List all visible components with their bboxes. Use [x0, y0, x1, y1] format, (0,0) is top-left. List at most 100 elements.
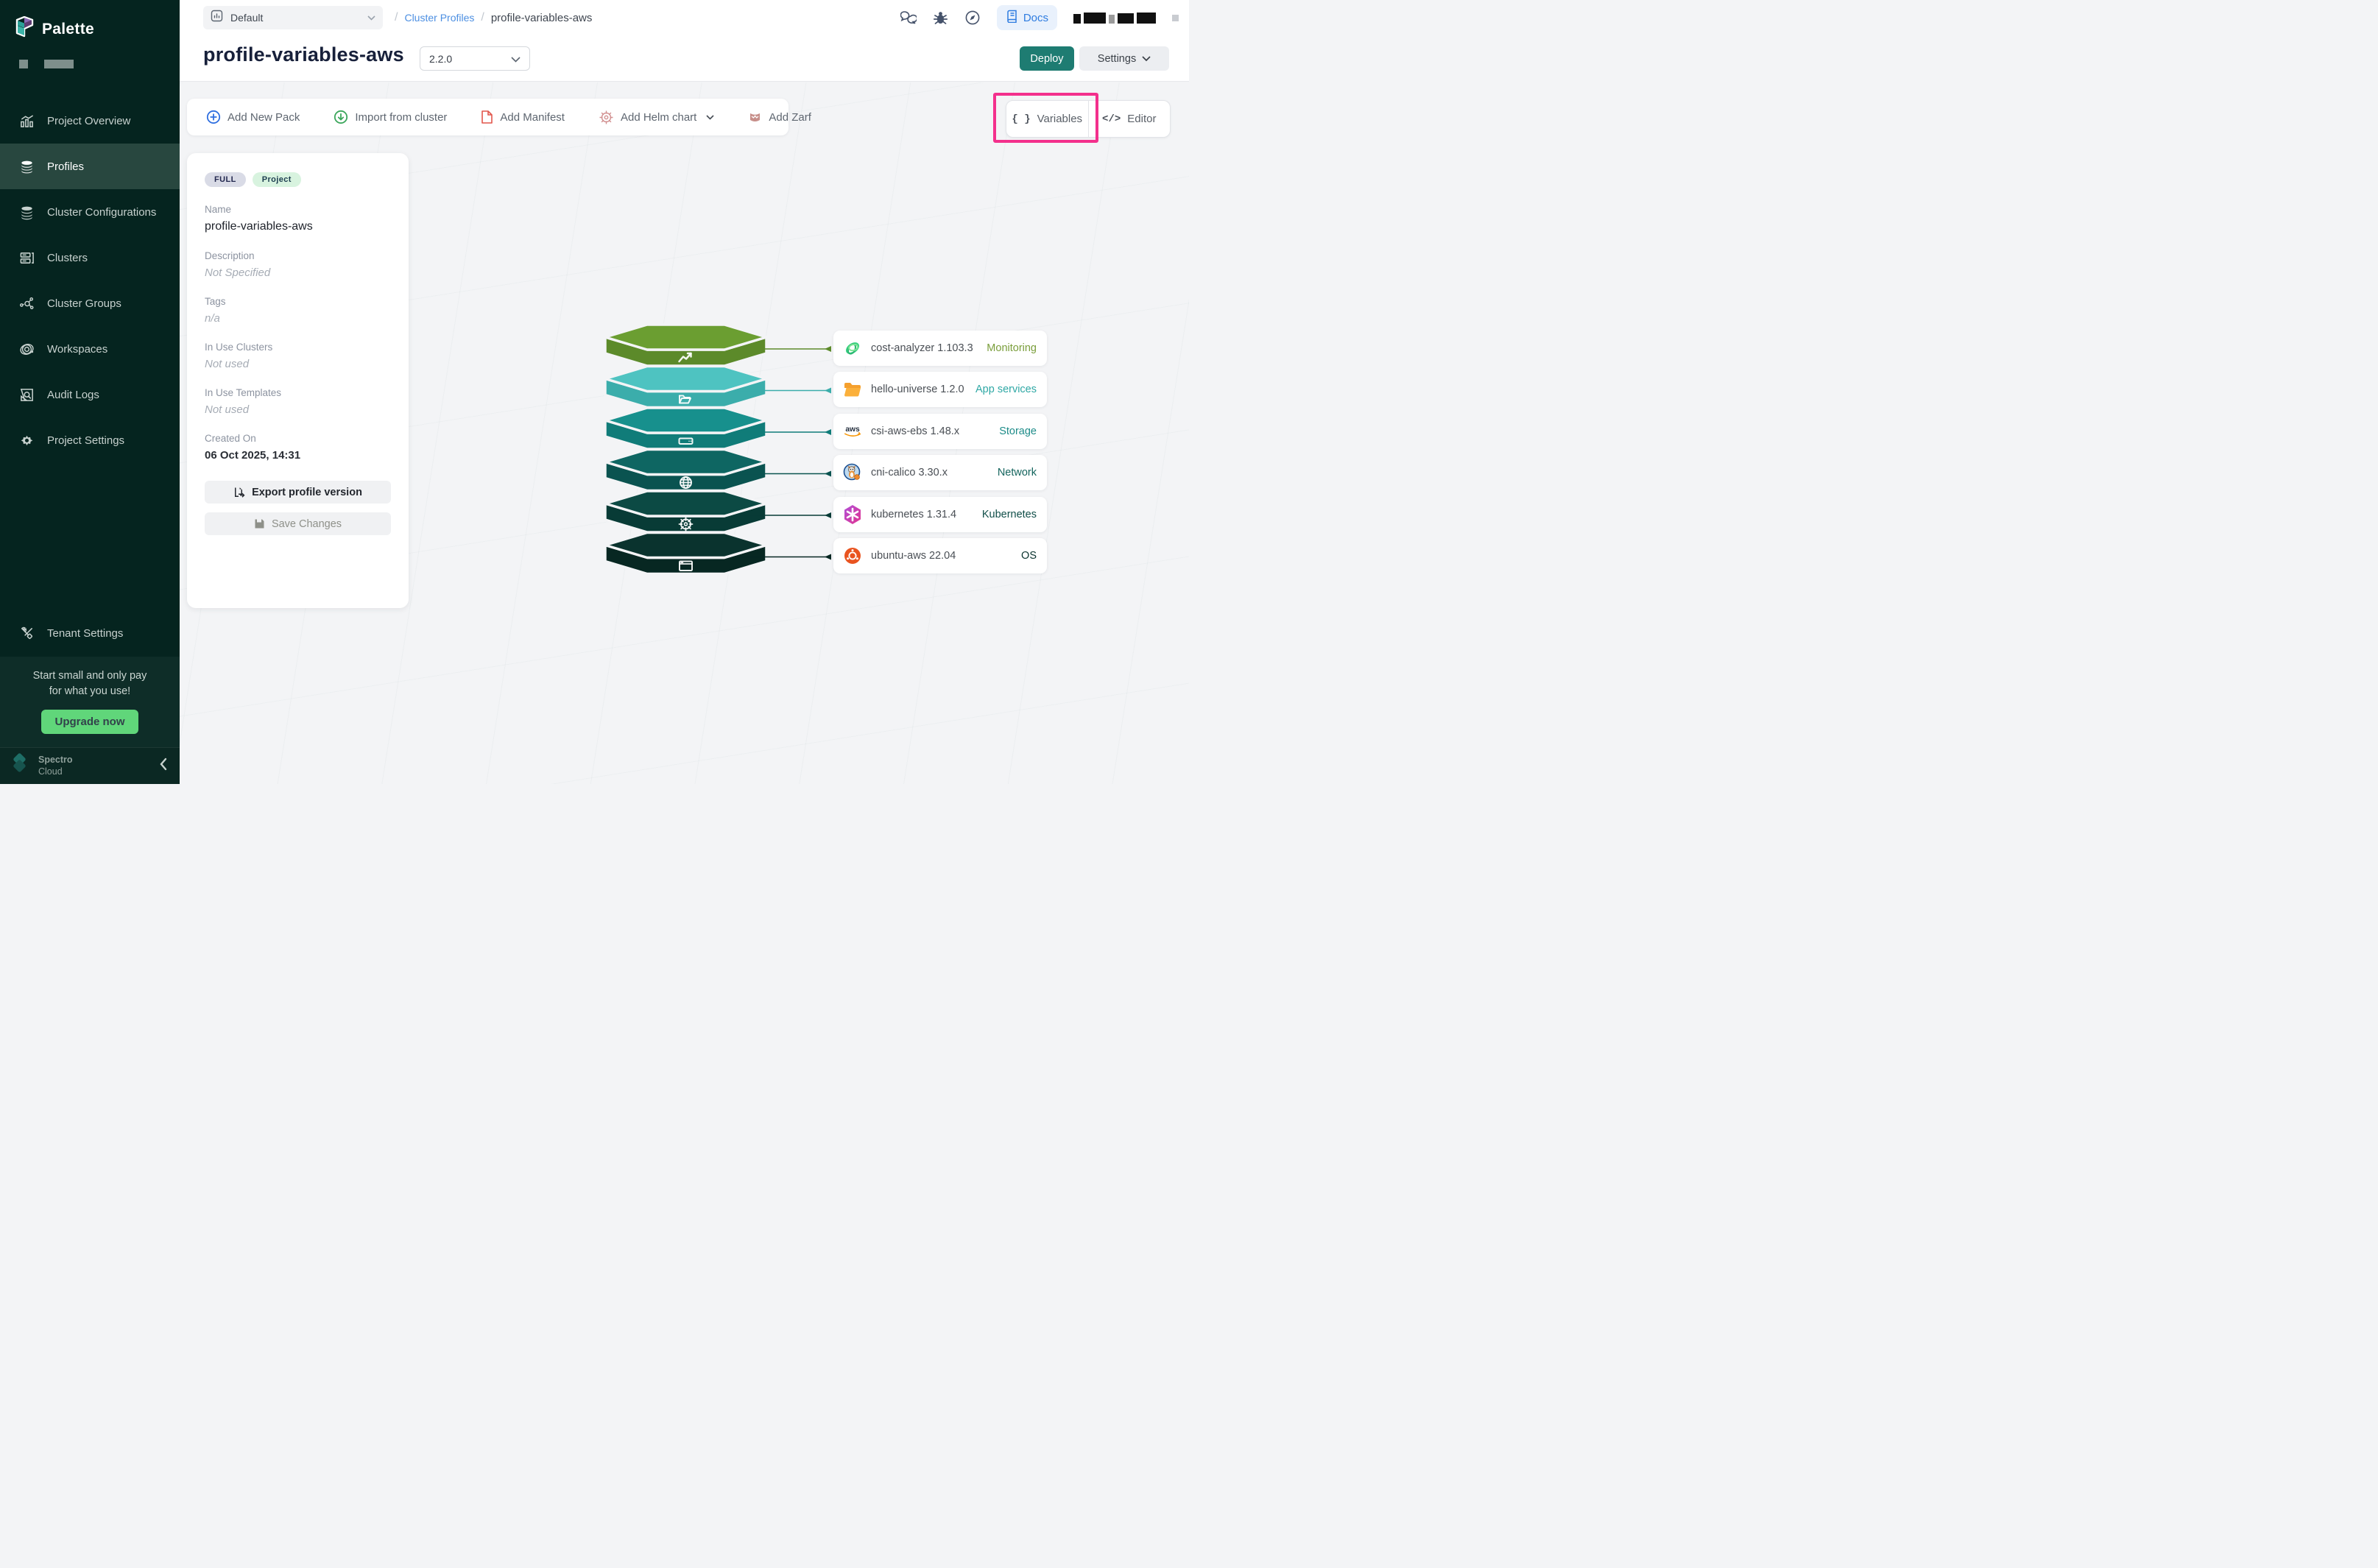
pack-card-cost-analyzer[interactable]: cost-analyzer 1.103.3 Monitoring [833, 331, 1047, 366]
chevron-down-icon [511, 53, 521, 65]
nodes-icon [18, 295, 35, 311]
sidebar-item-label: Clusters [47, 252, 88, 264]
sidebar-item-project-overview[interactable]: Project Overview [0, 98, 180, 144]
stack-layer-4[interactable] [605, 491, 766, 532]
settings-button[interactable]: Settings [1079, 46, 1169, 71]
description-field: Description Not Specified [205, 250, 391, 279]
feedback-chat-icon[interactable] [900, 10, 917, 25]
titlebar: profile-variables-aws 2.2.0 Deploy Setti… [180, 35, 1189, 82]
ubuntu-icon [842, 545, 863, 566]
docs-button[interactable]: Docs [997, 5, 1057, 30]
version-select[interactable]: 2.2.0 [420, 46, 530, 71]
profile-stack-diagram [598, 309, 833, 587]
docs-label: Docs [1023, 12, 1048, 24]
action-label: Import from cluster [355, 111, 447, 124]
collapse-sidebar-icon[interactable] [159, 757, 168, 775]
field-value: profile-variables-aws [205, 220, 391, 233]
pack-card-cni-calico[interactable]: cni-calico 3.30.x Network [833, 455, 1047, 490]
field-label: In Use Templates [205, 387, 391, 398]
braces-icon: { } [1012, 113, 1030, 125]
sidebar-item-label: Project Settings [47, 434, 124, 447]
pack-category: Kubernetes [982, 509, 1037, 520]
save-icon [254, 518, 265, 529]
breadcrumb-link-cluster-profiles[interactable]: Cluster Profiles [404, 12, 474, 24]
sidebar-item-label: Audit Logs [47, 389, 99, 401]
breadcrumb: / Cluster Profiles / profile-variables-a… [395, 0, 592, 35]
full-badge: FULL [205, 172, 246, 187]
brand-row[interactable]: Palette [0, 0, 180, 49]
brand-name: Palette [42, 21, 94, 38]
pack-category: OS [1021, 550, 1037, 562]
sidebar-item-profiles[interactable]: Profiles [0, 144, 180, 189]
folder-orange-icon [842, 379, 863, 400]
helm-wheel-icon [599, 110, 614, 125]
breadcrumb-current: profile-variables-aws [491, 12, 593, 24]
add-helm-chart-button[interactable]: Add Helm chart [599, 110, 714, 125]
pack-title: cni-calico 3.30.x [871, 467, 948, 478]
variables-button[interactable]: { } Variables [1006, 101, 1089, 137]
pack-title: cost-analyzer 1.103.3 [871, 342, 973, 354]
version-value: 2.2.0 [429, 53, 452, 65]
stack-layer-2[interactable] [605, 408, 766, 449]
export-label: Export profile version [252, 487, 362, 498]
variables-label: Variables [1037, 113, 1082, 125]
tags-field: Tags n/a [205, 296, 391, 325]
field-label: Tags [205, 296, 391, 307]
name-field: Name profile-variables-aws [205, 204, 391, 233]
add-new-pack-button[interactable]: Add New Pack [206, 110, 300, 124]
chevron-down-icon [1142, 56, 1151, 62]
add-manifest-button[interactable]: Add Manifest [481, 110, 565, 124]
save-label: Save Changes [272, 518, 342, 530]
redacted-project-label [0, 49, 180, 68]
pack-card-kubernetes[interactable]: kubernetes 1.31.4 Kubernetes [833, 497, 1047, 532]
tools-icon [18, 626, 35, 642]
pack-category: Storage [999, 425, 1037, 437]
pack-card-hello-universe[interactable]: hello-universe 1.2.0 App services [833, 372, 1047, 407]
redacted-username [1073, 13, 1156, 24]
deploy-button[interactable]: Deploy [1020, 46, 1074, 71]
project-badge: Project [253, 172, 301, 187]
stack-svg [598, 309, 833, 587]
save-changes-button[interactable]: Save Changes [205, 512, 391, 535]
field-label: Created On [205, 433, 391, 444]
page-title: profile-variables-aws [203, 43, 404, 66]
sidebar-item-cluster-configurations[interactable]: Cluster Configurations [0, 189, 180, 235]
sidebar-item-tenant-settings[interactable]: Tenant Settings [0, 611, 180, 657]
topbar-icons: Docs [900, 0, 1179, 35]
sidebar-item-clusters[interactable]: Clusters [0, 235, 180, 280]
svg-text:aws: aws [845, 425, 860, 434]
sidebar-item-project-settings[interactable]: Project Settings [0, 417, 180, 463]
stack-layer-1[interactable] [605, 367, 766, 408]
zarf-package-icon [748, 110, 762, 124]
audit-icon [18, 386, 35, 403]
import-from-cluster-button[interactable]: Import from cluster [334, 110, 447, 124]
created-on-field: Created On 06 Oct 2025, 14:31 [205, 433, 391, 462]
bug-report-icon[interactable] [933, 10, 948, 26]
upgrade-now-button[interactable]: Upgrade now [41, 710, 138, 734]
tour-compass-icon[interactable] [964, 10, 981, 26]
sidebar-item-label: Cluster Groups [47, 297, 121, 310]
chevron-down-icon [706, 115, 714, 120]
stack-layer-3[interactable] [605, 450, 766, 491]
sidebar-item-workspaces[interactable]: Workspaces [0, 326, 180, 372]
add-zarf-button[interactable]: Add Zarf [748, 110, 811, 124]
sidebar-item-cluster-groups[interactable]: Cluster Groups [0, 280, 180, 326]
editor-button[interactable]: </> Editor [1089, 101, 1171, 137]
sidebar-bottom: Tenant Settings Start small and only pay… [0, 611, 180, 784]
pack-toolbar: Add New Pack Import from cluster Add Man… [187, 99, 788, 135]
field-label: Name [205, 204, 391, 215]
field-value: n/a [205, 312, 391, 325]
project-selector[interactable]: Default [203, 6, 383, 29]
bar-chart-icon [18, 113, 35, 129]
stack-layer-0[interactable] [605, 325, 766, 366]
chevron-down-icon [367, 11, 375, 24]
field-value: 06 Oct 2025, 14:31 [205, 449, 391, 462]
pack-card-ubuntu-aws[interactable]: ubuntu-aws 22.04 OS [833, 538, 1047, 573]
pack-title: csi-aws-ebs 1.48.x [871, 425, 959, 437]
export-profile-version-button[interactable]: Export profile version [205, 481, 391, 504]
sidebar-item-audit-logs[interactable]: Audit Logs [0, 372, 180, 417]
palette-logo-icon [15, 16, 35, 42]
pack-card-csi-aws-ebs[interactable]: aws csi-aws-ebs 1.48.x Storage [833, 414, 1047, 449]
stack-layer-5[interactable] [605, 533, 766, 574]
breadcrumb-separator: / [481, 11, 484, 24]
